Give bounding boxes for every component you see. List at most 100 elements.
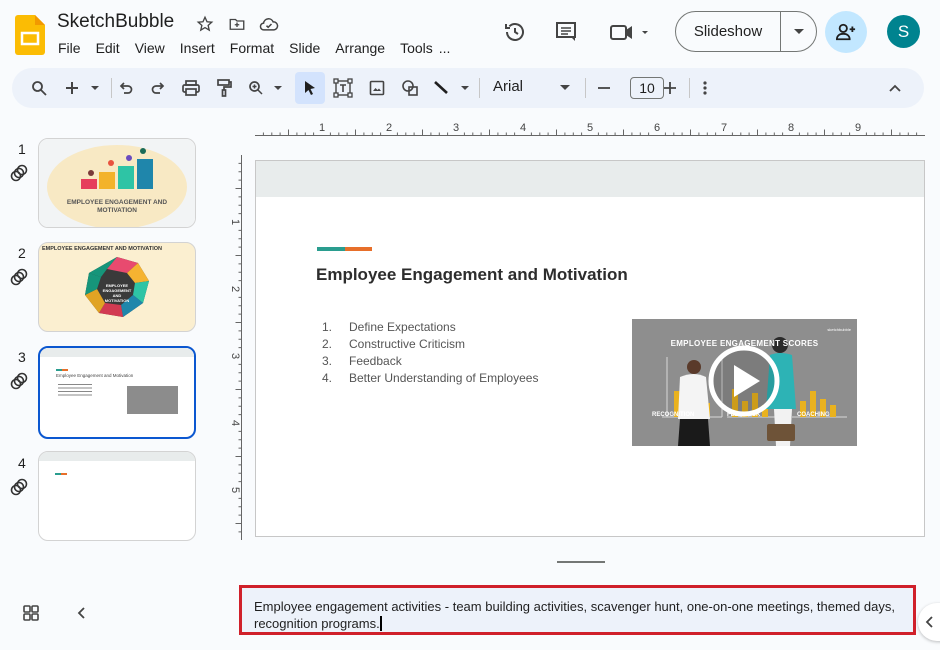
line-icon: [434, 81, 469, 94]
menu-insert[interactable]: Insert: [180, 40, 215, 56]
grid-view-icon[interactable]: [22, 604, 40, 622]
slideshow-dropdown[interactable]: [781, 28, 816, 35]
cloud-saved-icon[interactable]: [259, 14, 279, 34]
caret-down-icon: [560, 85, 570, 90]
menu-file[interactable]: File: [58, 40, 81, 56]
video-label: COACHING: [797, 412, 830, 418]
comments-icon[interactable]: [552, 18, 580, 46]
speaker-notes-text: Employee engagement activities - team bu…: [254, 599, 895, 631]
ruler-label: 5: [587, 122, 593, 134]
list-item: 4. Better Understanding of Employees: [322, 371, 539, 385]
toolbar: Arial 10: [12, 68, 924, 108]
account-avatar[interactable]: S: [887, 15, 920, 48]
zoom-button[interactable]: [247, 76, 287, 100]
slide-title[interactable]: Employee Engagement and Motivation: [316, 265, 628, 285]
slides-logo-icon[interactable]: [15, 15, 45, 55]
slide-thumbnail-2[interactable]: EMPLOYEE ENGAGEMENT AND MOTIVATION EMPLO…: [38, 242, 196, 332]
meet-button[interactable]: [608, 18, 654, 46]
menu-format[interactable]: Format: [230, 40, 274, 56]
slideshow-button-group: Slideshow: [675, 11, 817, 52]
linked-slide-icon: [10, 164, 28, 182]
slideshow-button[interactable]: Slideshow: [676, 12, 781, 51]
ruler-label: 1: [229, 219, 241, 225]
increase-font-size-button[interactable]: [662, 76, 678, 100]
title-accent-orange: [345, 247, 372, 251]
menu-slide[interactable]: Slide: [289, 40, 320, 56]
minus-icon: [598, 87, 610, 89]
version-history-icon[interactable]: [501, 18, 529, 46]
search-menus-button[interactable]: [28, 76, 50, 100]
horizontal-ruler[interactable]: 1 2 3 4 5 6 7 8 9: [255, 120, 925, 136]
list-item: 2. Constructive Criticism: [322, 337, 466, 351]
decrease-font-size-button[interactable]: [596, 76, 612, 100]
list-item: 3. Feedback: [322, 354, 402, 368]
chevron-left-icon: [925, 616, 933, 628]
slide-number: 2: [18, 245, 26, 261]
notes-resize-handle[interactable]: [557, 561, 605, 563]
line-button[interactable]: [432, 76, 472, 100]
paint-roller-icon: [217, 79, 232, 97]
video-watermark: sketchbubble: [827, 327, 851, 332]
menu-arrange[interactable]: Arrange: [335, 40, 385, 56]
ruler-label: 1: [319, 122, 325, 134]
linked-slide-icon: [10, 372, 28, 390]
star-icon[interactable]: [195, 14, 215, 34]
linked-slide-icon: [10, 268, 28, 286]
play-icon[interactable]: [709, 346, 779, 416]
ruler-label: 3: [453, 122, 459, 134]
shape-button[interactable]: [399, 76, 421, 100]
new-slide-button[interactable]: [62, 76, 102, 100]
text-box-button[interactable]: [332, 76, 354, 100]
menu-view[interactable]: View: [135, 40, 165, 56]
embedded-video[interactable]: EMPLOYEE ENGAGEMENT SCORES RECOGNITION F…: [632, 319, 857, 446]
slide-bullet-list[interactable]: 1. Define Expectations 2. Constructive Cri…: [322, 319, 538, 387]
slides-editor: SketchBubble File Edit View Insert Forma…: [0, 0, 940, 650]
zoom-icon: [249, 81, 282, 95]
redo-icon: [151, 82, 165, 94]
search-icon: [32, 81, 47, 96]
title-accent-teal: [317, 247, 345, 251]
chevron-up-icon: [889, 84, 901, 92]
thumbnail-title: EMPLOYEE ENGAGEMENT AND MOTIVATION: [66, 199, 168, 214]
ruler-label: 4: [520, 122, 526, 134]
slide-thumbnail-1[interactable]: EMPLOYEE ENGAGEMENT AND MOTIVATION: [38, 138, 196, 228]
ruler-label: 4: [229, 420, 241, 426]
collapse-filmstrip-icon[interactable]: [73, 603, 91, 623]
hide-menus-button[interactable]: [887, 76, 903, 100]
undo-icon: [119, 82, 133, 94]
menu-more[interactable]: ...: [439, 40, 451, 56]
redo-button[interactable]: [148, 76, 168, 100]
move-folder-icon[interactable]: [227, 14, 247, 34]
font-family-dropdown[interactable]: [558, 76, 572, 100]
text-cursor: [379, 616, 382, 631]
add-person-icon: [835, 23, 856, 41]
list-item: 1. Define Expectations: [322, 320, 456, 334]
print-button[interactable]: [180, 76, 202, 100]
slide-number: 1: [18, 141, 26, 157]
font-family-select[interactable]: Arial: [493, 78, 523, 95]
ruler-label: 3: [229, 353, 241, 359]
share-button[interactable]: [825, 11, 867, 53]
ruler-ticks: [235, 155, 242, 540]
document-title[interactable]: SketchBubble: [57, 11, 174, 33]
side-panel-toggle[interactable]: [918, 603, 940, 641]
slide-number: 4: [18, 455, 26, 471]
slide-thumbnail-3[interactable]: Employee Engagement and Motivation: [38, 346, 196, 439]
speaker-notes[interactable]: Employee engagement activities - team bu…: [239, 585, 916, 635]
slide-header-band: [256, 161, 924, 197]
select-tool-button[interactable]: [295, 72, 325, 104]
more-vert-icon: [703, 81, 707, 95]
paint-format-button[interactable]: [213, 76, 235, 100]
menu-tools[interactable]: Tools: [400, 40, 433, 56]
insert-image-button[interactable]: [366, 76, 388, 100]
linked-slide-icon: [10, 478, 28, 496]
slide-canvas[interactable]: Employee Engagement and Motivation 1. Def…: [255, 160, 925, 537]
menu-bar: File Edit View Insert Format Slide Arran…: [58, 40, 465, 56]
font-size-input[interactable]: 10: [630, 77, 664, 99]
more-options-button[interactable]: [698, 76, 712, 100]
undo-button[interactable]: [116, 76, 136, 100]
vertical-ruler[interactable]: 1 2 3 4 5: [226, 155, 242, 540]
slide-thumbnail-4[interactable]: [38, 451, 196, 541]
ruler-label: 6: [654, 122, 660, 134]
menu-edit[interactable]: Edit: [96, 40, 120, 56]
